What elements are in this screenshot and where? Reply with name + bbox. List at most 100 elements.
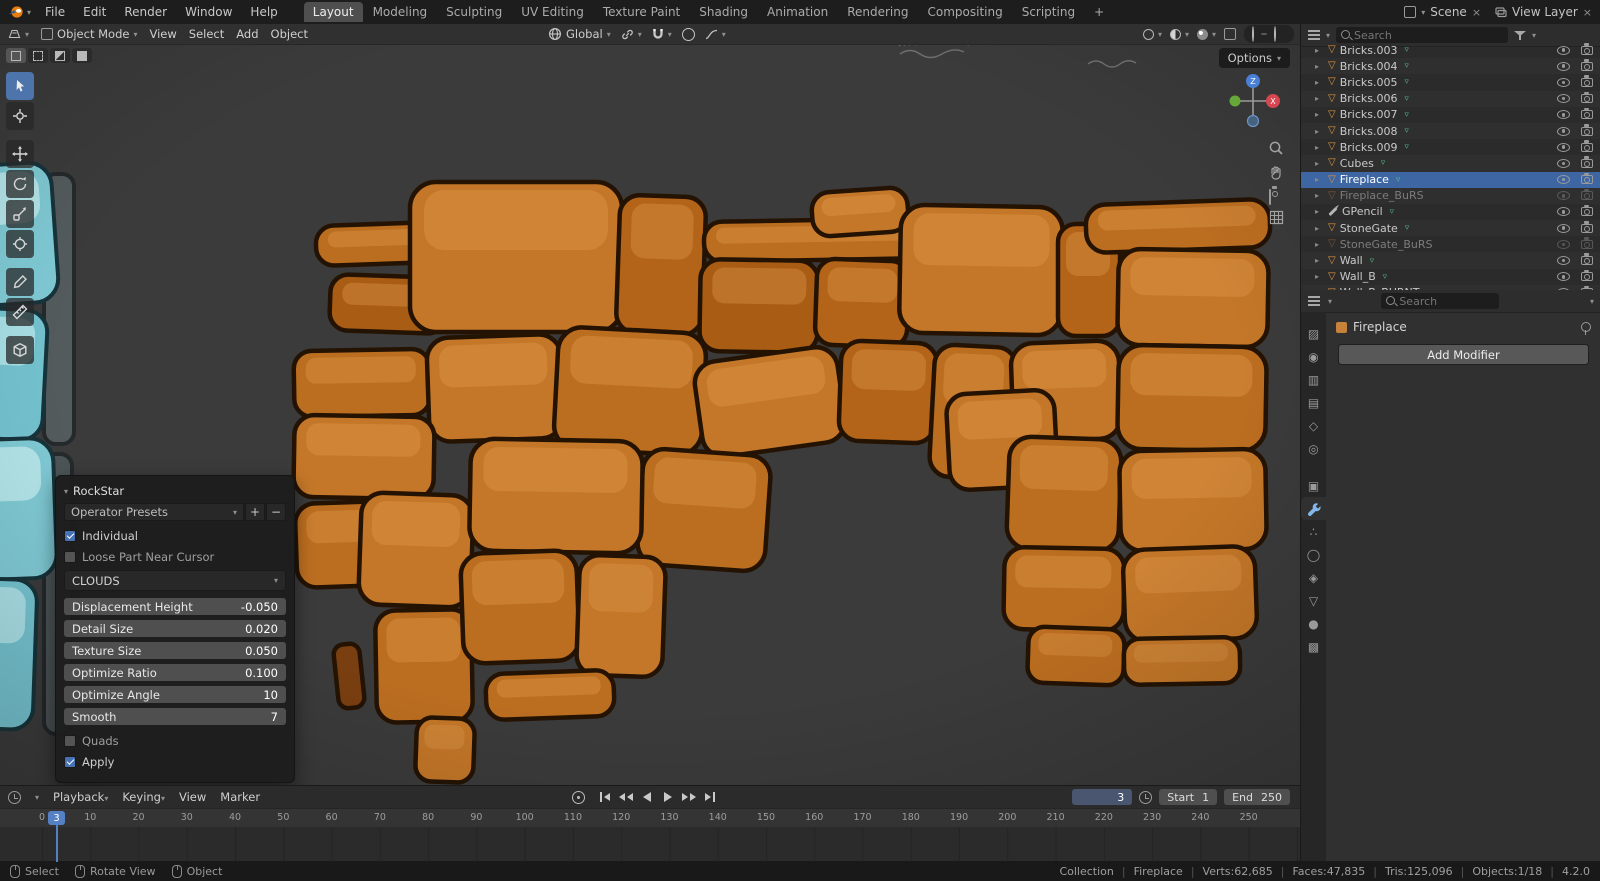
outliner-item[interactable]: ▸ ▽ StoneGate ▿: [1301, 220, 1600, 236]
tab-world[interactable]: ◎: [1301, 437, 1326, 460]
expand-chevron-icon[interactable]: ▸: [1315, 127, 1324, 136]
expand-chevron-icon[interactable]: ▸: [1315, 143, 1324, 152]
expand-chevron-icon[interactable]: ▸: [1315, 240, 1324, 249]
visibility-dropdown[interactable]: ▾: [1142, 28, 1162, 40]
workspace-tab-animation[interactable]: Animation: [758, 2, 837, 22]
workspace-tab-scripting[interactable]: Scripting: [1013, 2, 1084, 22]
tab-constraints[interactable]: ◈: [1301, 566, 1326, 589]
blender-logo-icon[interactable]: ▾: [8, 5, 31, 19]
play-reverse-button[interactable]: [638, 789, 656, 805]
disable-in-renders-icon[interactable]: [1581, 107, 1593, 120]
measure-tool-button[interactable]: [6, 298, 34, 326]
object-name[interactable]: Bricks.009: [1340, 141, 1398, 154]
disable-in-renders-icon[interactable]: [1581, 237, 1593, 249]
frame-end-field[interactable]: End 250: [1224, 789, 1290, 805]
outliner-item[interactable]: ▸ ▽ Wall_B ▿: [1301, 269, 1600, 285]
hide-in-viewport-icon[interactable]: [1557, 142, 1570, 152]
breadcrumb-object-name[interactable]: Fireplace: [1353, 320, 1407, 334]
tab-tool[interactable]: ▨: [1301, 322, 1326, 345]
zoom-icon[interactable]: [1268, 140, 1284, 156]
wireframe-shading-button[interactable]: [1249, 26, 1257, 42]
expand-chevron-icon[interactable]: ▸: [1315, 256, 1324, 265]
object-name[interactable]: StoneGate_BuRS: [1340, 238, 1433, 251]
keying-menu[interactable]: Keying▾: [122, 790, 165, 804]
outliner-search[interactable]: [1336, 27, 1509, 43]
annotate-tool-button[interactable]: [6, 268, 34, 296]
collapse-chevron-icon[interactable]: ▾: [64, 487, 68, 496]
outliner-item[interactable]: ▸ ▽ Bricks.004 ▿: [1301, 58, 1600, 74]
prev-keyframe-button[interactable]: [617, 789, 635, 805]
rendered-shading-button[interactable]: [1283, 33, 1289, 35]
gizmo-y-axis[interactable]: [1229, 95, 1241, 107]
current-frame-field[interactable]: 3: [1072, 789, 1133, 805]
overlays-dropdown[interactable]: ▾: [1196, 28, 1216, 40]
texture-size-field[interactable]: Texture Size 0.050: [64, 642, 286, 659]
outliner-item[interactable]: ▸ ▽ StoneGate_BuRS: [1301, 236, 1600, 252]
disable-in-renders-icon[interactable]: [1581, 204, 1593, 217]
add-workspace-button[interactable]: +: [1085, 2, 1113, 22]
hide-in-viewport-icon[interactable]: [1557, 77, 1570, 87]
chevron-down-icon[interactable]: ▾: [1326, 31, 1330, 40]
expand-chevron-icon[interactable]: ▸: [1315, 110, 1324, 119]
viewport-menu-add[interactable]: Add: [236, 27, 258, 41]
remove-preset-button[interactable]: −: [266, 503, 286, 521]
transform-tool-button[interactable]: [6, 230, 34, 258]
disable-in-renders-icon[interactable]: [1581, 269, 1593, 282]
select-mode-1-button[interactable]: [6, 48, 26, 63]
scene-selector[interactable]: ▾ Scene ×: [1404, 5, 1481, 19]
object-name[interactable]: Bricks.006: [1340, 92, 1398, 105]
displacement-height-field[interactable]: Displacement Height -0.050: [64, 598, 286, 615]
tab-texture[interactable]: ▩: [1301, 635, 1326, 658]
object-name[interactable]: Fireplace_BuRS: [1340, 189, 1424, 202]
object-name[interactable]: Wall_B: [1340, 270, 1376, 283]
select-mode-4-button[interactable]: [72, 48, 92, 63]
tab-render[interactable]: ◉: [1301, 345, 1326, 368]
outliner-item[interactable]: ▸ ▽ Wall ▿: [1301, 252, 1600, 268]
timeline-marker-menu[interactable]: Marker: [220, 790, 260, 804]
proportional-falloff-dropdown[interactable]: ▾: [705, 29, 726, 40]
individual-checkbox[interactable]: [64, 529, 76, 542]
properties-search-input[interactable]: [1381, 294, 1500, 308]
disable-in-renders-icon[interactable]: [1581, 123, 1593, 136]
select-mode-3-button[interactable]: [50, 48, 70, 63]
playback-menu[interactable]: Playback▾: [53, 790, 108, 804]
hide-in-viewport-icon[interactable]: [1557, 158, 1570, 168]
apply-checkbox[interactable]: [64, 755, 76, 768]
ortho-grid-icon[interactable]: [1269, 210, 1284, 225]
hide-in-viewport-icon[interactable]: [1557, 223, 1570, 233]
loose-part-checkbox-row[interactable]: Loose Part Near Cursor: [64, 546, 286, 567]
disable-in-renders-icon[interactable]: [1581, 188, 1593, 201]
disable-in-renders-icon[interactable]: [1581, 42, 1593, 55]
hide-in-viewport-icon[interactable]: [1557, 94, 1570, 104]
expand-chevron-icon[interactable]: ▸: [1315, 272, 1324, 281]
tab-object-data[interactable]: ▽: [1301, 589, 1326, 612]
object-name[interactable]: Bricks.003: [1340, 44, 1398, 57]
quads-checkbox-row[interactable]: Quads: [64, 730, 286, 751]
expand-chevron-icon[interactable]: ▸: [1315, 224, 1324, 233]
workspace-tab-layout[interactable]: Layout: [303, 2, 363, 22]
tab-view-layer[interactable]: ▤: [1301, 391, 1326, 414]
smooth-field[interactable]: Smooth 7: [64, 708, 286, 725]
scale-tool-button[interactable]: [6, 200, 34, 228]
disable-in-renders-icon[interactable]: [1581, 91, 1593, 104]
gizmo-minus-z-axis[interactable]: [1246, 114, 1260, 128]
select-box-tool-button[interactable]: [6, 72, 34, 100]
add-cube-tool-button[interactable]: [6, 336, 34, 364]
select-mode-2-button[interactable]: [28, 48, 48, 63]
tab-material[interactable]: ●: [1301, 612, 1326, 635]
object-name[interactable]: Cubes: [1340, 157, 1374, 170]
playhead-line[interactable]: [56, 825, 58, 862]
auto-keying-icon[interactable]: [572, 790, 585, 804]
workspace-tab-texture-paint[interactable]: Texture Paint: [594, 2, 689, 22]
chevron-down-icon[interactable]: ▾: [1328, 297, 1332, 306]
expand-chevron-icon[interactable]: ▸: [1315, 191, 1324, 200]
individual-checkbox-row[interactable]: Individual: [64, 525, 286, 546]
jump-to-end-button[interactable]: [701, 789, 719, 805]
disable-in-renders-icon[interactable]: [1581, 253, 1593, 266]
object-name[interactable]: Wall: [1340, 254, 1363, 267]
snap-toggle[interactable]: ▾: [652, 28, 672, 41]
hide-in-viewport-icon[interactable]: [1557, 256, 1570, 266]
timeline-view-menu[interactable]: View: [179, 790, 206, 804]
tab-modifiers[interactable]: [1301, 497, 1326, 520]
hide-in-viewport-icon[interactable]: [1557, 110, 1570, 120]
